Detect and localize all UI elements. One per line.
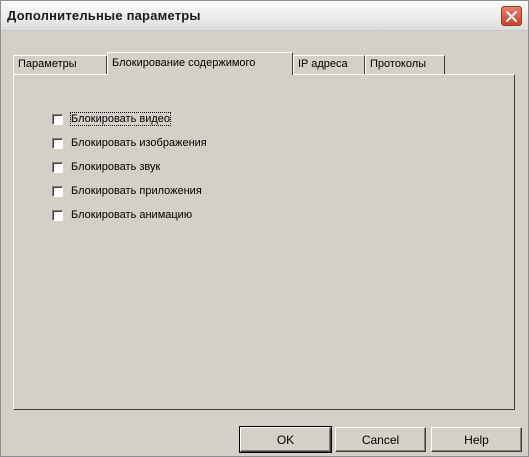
ok-button-label: OK (276, 432, 295, 447)
close-button[interactable] (501, 6, 522, 26)
checkbox-box[interactable] (52, 185, 63, 197)
checkbox-box[interactable] (52, 113, 63, 125)
checkbox-label: Блокировать анимацию (71, 209, 193, 221)
ok-button[interactable]: OK (239, 426, 332, 453)
checkbox-label: Блокировать видео (69, 112, 172, 126)
help-button[interactable]: Help (431, 427, 522, 452)
cancel-button[interactable]: Cancel (335, 427, 426, 452)
cancel-button-label: Cancel (361, 432, 400, 447)
checkbox-block-video[interactable]: Блокировать видео (52, 112, 172, 126)
checkbox-block-animation[interactable]: Блокировать анимацию (52, 208, 192, 222)
checkbox-block-sound[interactable]: Блокировать звук (52, 160, 160, 174)
tab-parameters[interactable]: Параметры (13, 55, 107, 74)
help-button-label: Help (464, 432, 489, 447)
checkbox-block-images[interactable]: Блокировать изображения (52, 136, 207, 150)
checkbox-box[interactable] (52, 137, 63, 149)
checkbox-box[interactable] (52, 161, 63, 173)
tab-label: Протоколы (370, 58, 427, 70)
tab-ip-addresses[interactable]: IP адреса (293, 55, 365, 74)
checkbox-block-applications[interactable]: Блокировать приложения (52, 184, 202, 198)
tab-protocols[interactable]: Протоколы (365, 55, 445, 74)
window-title: Дополнительные параметры (7, 8, 201, 23)
checkbox-label: Блокировать изображения (71, 137, 207, 149)
checkbox-label: Блокировать приложения (71, 185, 202, 197)
tab-label: IP адреса (298, 58, 348, 70)
tab-panel: Блокировать видео Блокировать изображени… (13, 74, 515, 410)
checkbox-label: Блокировать звук (71, 161, 161, 173)
close-x-icon (506, 10, 517, 22)
dialog-window: Дополнительные параметры Параметры Блоки… (0, 0, 529, 457)
tab-label: Параметры (18, 58, 77, 70)
tab-strip: Параметры Блокирование содержимого IP ад… (13, 52, 483, 75)
tab-label: Блокирование содержимого (112, 57, 256, 69)
checkbox-box[interactable] (52, 209, 63, 221)
title-bar[interactable]: Дополнительные параметры (1, 1, 528, 31)
tab-content-blocking[interactable]: Блокирование содержимого (107, 52, 293, 75)
